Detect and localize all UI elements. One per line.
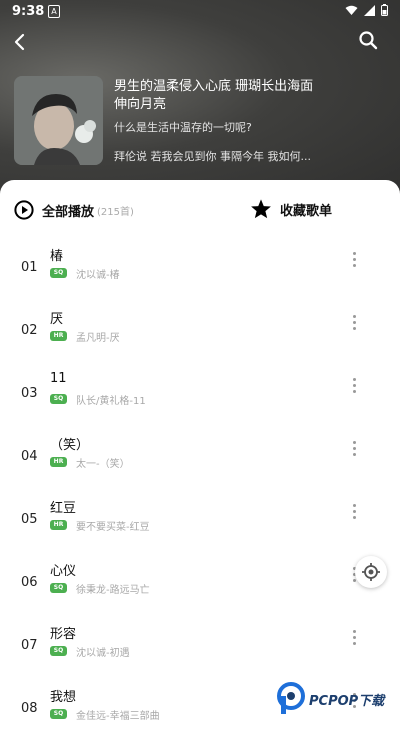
song-index: 08	[21, 701, 38, 716]
song-index: 05	[21, 512, 38, 527]
battery-icon	[381, 4, 388, 16]
song-row[interactable]: 01 椿 SQ 沈以诚-椿	[0, 240, 400, 302]
song-title: 红豆	[50, 501, 77, 516]
song-title: 我想	[50, 690, 77, 705]
collect-playlist-button[interactable]: 收藏歌单	[250, 198, 332, 220]
song-row[interactable]: 05 红豆 HR 要不要买菜-红豆	[0, 492, 400, 554]
play-circle-icon	[14, 200, 34, 220]
notification-a-icon: A	[48, 5, 60, 18]
wifi-icon	[345, 5, 358, 15]
playlist-artists[interactable]: 拜伦说 若我会见到你 事隔今年 我如何...	[114, 148, 311, 164]
song-index: 07	[21, 638, 38, 653]
watermark: PCPOP下载	[276, 682, 384, 716]
song-artist-album: 太一-（笑）	[76, 459, 130, 470]
watermark-logo-icon	[277, 682, 305, 714]
song-row[interactable]: 02 厌 HR 孟凡明-厌	[0, 303, 400, 365]
locate-icon	[362, 563, 380, 581]
song-index: 03	[21, 386, 38, 401]
song-artist-album: 队长/黄礼格-11	[76, 396, 146, 407]
song-index: 04	[21, 449, 38, 464]
song-title: （笑）	[50, 438, 90, 453]
playlist-title: 男生的温柔侵入心底 珊瑚长出海面伸向月亮	[114, 79, 314, 112]
song-title: 椿	[50, 249, 64, 264]
back-button[interactable]	[8, 30, 32, 54]
quality-badge: HR	[50, 331, 67, 341]
back-icon	[14, 33, 25, 51]
status-bar: 9:38 A	[0, 0, 400, 24]
quality-badge: HR	[50, 457, 67, 467]
search-button[interactable]	[358, 30, 382, 54]
song-artist-album: 徐秉龙-路远马亡	[76, 585, 150, 596]
song-list-panel: 全部播放 (215首) 收藏歌单 01 椿 SQ 沈以诚-椿 02 厌 HR 孟…	[0, 180, 400, 722]
song-row[interactable]: 07 形容 SQ 沈以诚-初遇	[0, 618, 400, 680]
song-index: 06	[21, 575, 38, 590]
song-artist-album: 沈以诚-初遇	[76, 648, 130, 659]
quality-badge: SQ	[50, 583, 67, 593]
song-title: 11	[50, 371, 67, 386]
song-count: (215首)	[97, 206, 134, 218]
star-icon	[251, 199, 271, 219]
song-index: 01	[21, 260, 38, 275]
quality-badge: SQ	[50, 268, 67, 278]
quality-badge: SQ	[50, 709, 67, 719]
playlist-description: 什么是生活中温存的一切呢?	[114, 121, 252, 134]
search-icon	[359, 31, 378, 50]
play-all-button[interactable]: 全部播放 (215首)	[14, 200, 134, 220]
quality-badge: HR	[50, 520, 67, 530]
song-row[interactable]: 03 11 SQ 队长/黄礼格-11	[0, 366, 400, 428]
watermark-text: PCPOP下载	[309, 693, 385, 709]
more-vertical-icon[interactable]	[349, 439, 359, 461]
collect-label: 收藏歌单	[280, 203, 333, 219]
signal-icon	[364, 4, 375, 16]
song-index: 02	[21, 323, 38, 338]
song-artist-album: 沈以诚-椿	[76, 270, 120, 281]
status-time: 9:38	[12, 4, 45, 19]
song-title: 心仪	[50, 564, 77, 579]
more-vertical-icon[interactable]	[349, 628, 359, 650]
song-row[interactable]: 04 （笑） HR 太一-（笑）	[0, 429, 400, 491]
more-vertical-icon[interactable]	[349, 313, 359, 335]
more-vertical-icon[interactable]	[349, 376, 359, 398]
more-vertical-icon[interactable]	[349, 502, 359, 524]
more-vertical-icon[interactable]	[349, 250, 359, 272]
song-artist-album: 孟凡明-厌	[76, 333, 120, 344]
play-all-label: 全部播放	[42, 204, 95, 220]
song-title: 形容	[50, 627, 77, 642]
cover-image	[14, 76, 103, 165]
playlist-cover[interactable]	[14, 76, 103, 165]
locate-current-song-button[interactable]	[355, 556, 387, 588]
quality-badge: SQ	[50, 394, 67, 404]
status-icons	[345, 4, 388, 16]
song-title: 厌	[50, 312, 64, 327]
song-artist-album: 要不要买菜-红豆	[76, 522, 150, 533]
song-row[interactable]: 06 心仪 SQ 徐秉龙-路远马亡	[0, 555, 400, 617]
quality-badge: SQ	[50, 646, 67, 656]
